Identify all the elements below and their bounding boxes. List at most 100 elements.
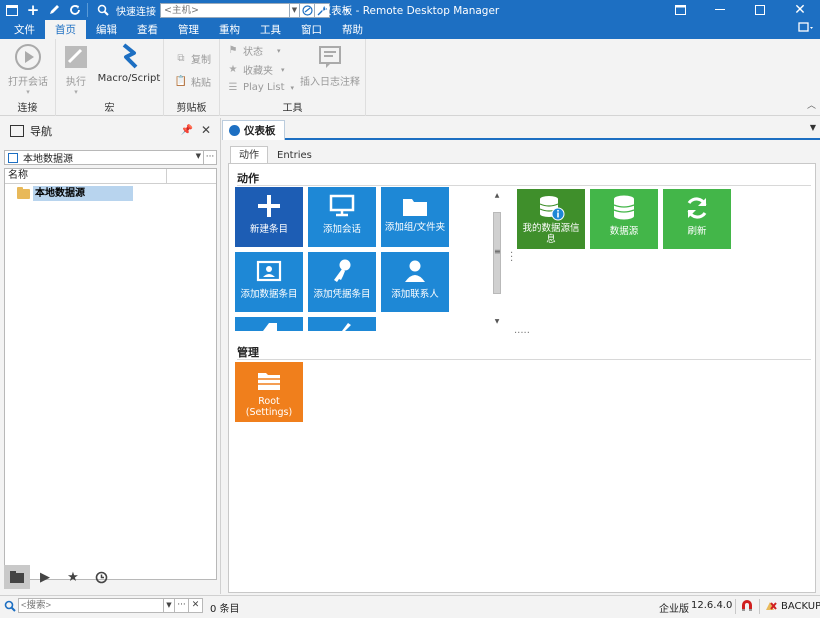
insert-log-comment-button[interactable]: 插入日志注释 (296, 43, 364, 88)
divider (237, 359, 811, 360)
close-panel-icon[interactable]: ✕ (201, 123, 211, 137)
menu-manage[interactable]: 管理 (168, 20, 209, 39)
macro-script-label: Macro/Script (97, 73, 161, 84)
search-icon (94, 1, 112, 19)
actions-scrollbar[interactable]: ▲ ≡ ▼ (493, 192, 501, 328)
backup-icon (766, 602, 777, 610)
menu-tools[interactable]: 工具 (250, 20, 291, 39)
separator (735, 599, 736, 614)
search-icon (4, 600, 16, 612)
partial-tile[interactable] (308, 317, 376, 331)
menu-window[interactable]: 窗口 (291, 20, 332, 39)
connect-icon[interactable] (300, 2, 315, 18)
recent-history-icon[interactable] (88, 565, 114, 589)
dashboard-subtabs: 动作 Entries (230, 146, 321, 164)
chevron-down-icon: ▾ (74, 88, 78, 96)
tile-label: 刷新 (687, 226, 707, 237)
log-comment-icon (316, 43, 344, 71)
splitter-grip-icon[interactable]: · · · (510, 249, 513, 267)
paste-button[interactable]: 📋 粘贴 (174, 74, 211, 89)
copy-button[interactable]: ⧉ 复制 (174, 51, 211, 66)
collapse-ribbon-icon[interactable]: ︿ (807, 98, 816, 111)
tile-label: Root (Settings) (245, 396, 293, 418)
menu-help[interactable]: 帮助 (332, 20, 373, 39)
scroll-up-icon[interactable]: ▲ (493, 192, 501, 199)
ribbon: 打开会话 ▾ 连接 执行 ▾ Macro/Script 宏 ⧉ 复制 📋 粘贴 (0, 39, 820, 116)
group-label-macro: 宏 (104, 103, 115, 114)
execute-button[interactable]: 执行 ▾ (60, 43, 92, 96)
menu-edit[interactable]: 编辑 (86, 20, 127, 39)
macro-script-button[interactable]: Macro/Script (96, 43, 162, 84)
new-entry-tile[interactable]: 新建条目 (235, 187, 303, 247)
menu-refactor[interactable]: 重构 (209, 20, 250, 39)
menu-home[interactable]: 首页 (45, 20, 86, 39)
magnet-icon[interactable] (740, 599, 754, 613)
tab-list-chevron-icon[interactable]: ▼ (810, 123, 816, 132)
tree-item-label: 本地数据源 (33, 186, 133, 201)
close-icon[interactable]: ✕ (780, 0, 820, 20)
navigation-panel: 导航 📌 ✕ 本地数据源 ▼ ··· 名称 本地数据源 ▶ ★ (0, 118, 221, 594)
my-datasource-info-tile[interactable]: 我的数据源信息 (517, 189, 585, 249)
status-button[interactable]: ⚑ 状态 ▾ (226, 43, 281, 58)
id-card-icon (254, 257, 284, 285)
key-icon (327, 257, 357, 285)
search-dropdown-chevron-icon[interactable]: ▼ (164, 598, 175, 613)
refresh-tile[interactable]: 刷新 (663, 189, 731, 249)
add-icon[interactable]: + (24, 1, 42, 19)
navigation-tab-icon[interactable] (4, 565, 30, 589)
open-session-button[interactable]: 打开会话 ▾ (4, 43, 52, 96)
search-input[interactable] (18, 598, 164, 613)
restore-panel-icon[interactable] (660, 0, 700, 20)
grip-icon: ≡ (494, 247, 501, 256)
search-options-button[interactable]: ··· (175, 598, 189, 613)
minimize-icon[interactable] (700, 0, 740, 20)
backup-status[interactable]: BACKUP (764, 600, 820, 612)
navigation-header: 导航 📌 ✕ (0, 122, 221, 140)
tile-label: 数据源 (609, 226, 639, 237)
datasource-more-button[interactable]: ··· (204, 150, 217, 165)
host-input[interactable] (160, 2, 290, 18)
clear-search-icon[interactable]: ✕ (189, 598, 203, 613)
column-name[interactable]: 名称 (5, 169, 167, 183)
scroll-down-icon[interactable]: ▼ (493, 318, 501, 325)
navigation-tree[interactable]: 名称 本地数据源 (4, 168, 217, 580)
maximize-icon[interactable] (740, 0, 780, 20)
navigation-icon (10, 125, 24, 137)
open-sessions-play-icon[interactable]: ▶ (32, 565, 58, 589)
add-contact-tile[interactable]: 添加联系人 (381, 252, 449, 312)
edit-icon[interactable] (45, 1, 63, 19)
layout-options-icon[interactable] (798, 22, 814, 37)
splitter-grip-icon[interactable]: ····· (514, 328, 530, 339)
refresh-icon[interactable] (66, 1, 84, 19)
add-group-folder-tile[interactable]: 添加组/文件夹 (381, 187, 449, 247)
menu-file[interactable]: 文件 (4, 20, 45, 39)
group-label-clipboard: 剪贴板 (176, 103, 207, 114)
tab-dashboard[interactable]: 仪表板 (222, 120, 285, 140)
status-label: 状态 (243, 47, 263, 58)
folder-icon (17, 186, 30, 199)
root-settings-tile[interactable]: Root (Settings) (235, 362, 303, 422)
plus-icon (254, 192, 284, 220)
window-menu-icon[interactable] (3, 1, 21, 19)
favorites-button[interactable]: ★ 收藏夹 ▾ (226, 62, 285, 77)
tree-row[interactable]: 本地数据源 (17, 186, 133, 201)
add-data-entry-tile[interactable]: 添加数据条目 (235, 252, 303, 312)
host-dropdown-chevron-icon[interactable]: ▼ (290, 2, 300, 18)
favorites-star-icon[interactable]: ★ (60, 565, 86, 589)
add-session-tile[interactable]: 添加会话 (308, 187, 376, 247)
add-credential-entry-tile[interactable]: 添加凭据条目 (308, 252, 376, 312)
group-label-tools: 工具 (282, 103, 303, 114)
partial-tile[interactable] (235, 317, 303, 331)
menu-view[interactable]: 查看 (127, 20, 168, 39)
customize-quick-access-icon[interactable]: ▾ (338, 1, 356, 19)
datasource-select[interactable]: 本地数据源 ▼ (4, 150, 204, 165)
subtab-entries[interactable]: Entries (268, 146, 321, 164)
play-list-button[interactable]: ☰ Play List ▾ (226, 80, 295, 95)
pin-icon[interactable]: 📌 (181, 125, 193, 136)
play-circle-icon (14, 43, 42, 71)
tools-icon[interactable] (315, 2, 330, 18)
subtab-actions[interactable]: 动作 (230, 146, 268, 164)
ribbon-group-connect: 打开会话 ▾ 连接 (0, 39, 56, 116)
favorites-label: 收藏夹 (243, 66, 273, 77)
datasource-tile[interactable]: 数据源 (590, 189, 658, 249)
